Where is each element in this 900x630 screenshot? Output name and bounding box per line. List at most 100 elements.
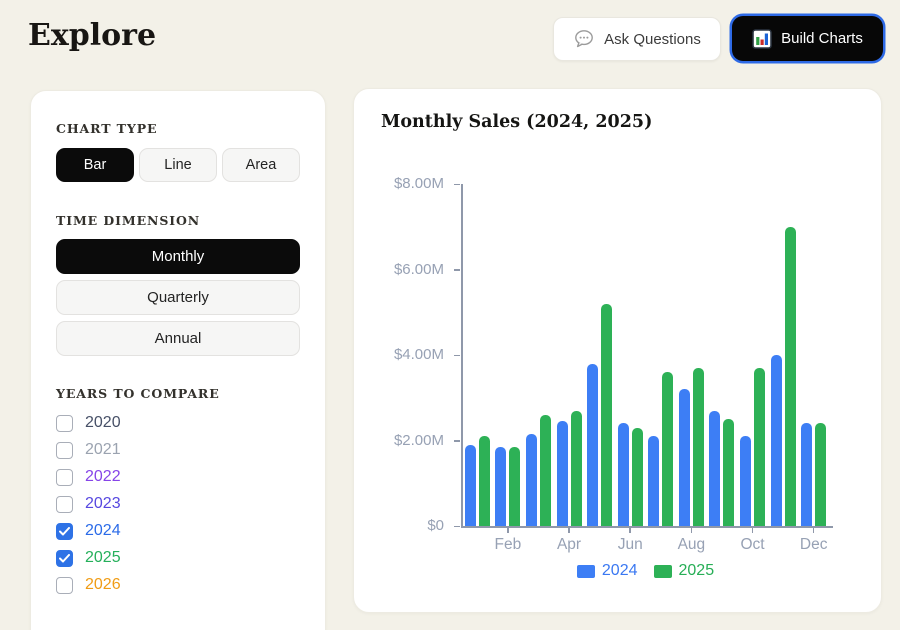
x-axis-tick-label-jun: Jun [600,536,660,554]
y-axis-tick-mark [454,526,460,528]
bar-2024-nov[interactable] [771,355,782,526]
time-dimension-heading: TIME DIMENSION [56,213,300,228]
bar-2024-jun[interactable] [618,423,629,526]
year-2025-checkbox[interactable] [56,550,73,567]
y-axis-tick-label: $2.00M [354,432,444,449]
bar-2024-apr[interactable] [557,421,568,526]
bar-2025-feb[interactable] [509,447,520,526]
bar-2025-aug[interactable] [693,368,704,526]
legend-swatch-2025 [654,565,672,578]
chart-type-button-group: Bar Line Area [56,148,300,182]
y-axis-tick-mark [454,355,460,357]
year-row-2020[interactable]: 2020 [56,414,300,432]
legend-swatch-2024 [577,565,595,578]
y-axis-tick-label: $4.00M [354,346,444,363]
bar-group-jun [615,184,646,526]
bar-2024-mar[interactable] [526,434,537,526]
year-2024-checkbox[interactable] [56,523,73,540]
bar-2024-feb[interactable] [495,447,506,526]
x-axis-tick-mark [568,528,570,533]
time-monthly-button[interactable]: Monthly [56,239,300,274]
page-title: Explore [28,18,156,53]
bar-2024-may[interactable] [587,364,598,526]
x-axis-tick-mark [507,528,509,533]
year-row-2025[interactable]: 2025 [56,549,300,567]
bar-2025-jul[interactable] [662,372,673,526]
x-axis-tick-mark [813,528,815,533]
year-2026-label: 2026 [85,576,121,594]
bars-area [462,184,829,526]
y-axis-tick-label: $0 [354,517,444,534]
bar-2024-aug[interactable] [679,389,690,526]
year-row-2024[interactable]: 2024 [56,522,300,540]
time-annual-button[interactable]: Annual [56,321,300,356]
time-quarterly-button[interactable]: Quarterly [56,280,300,315]
y-axis-tick-mark [454,184,460,186]
year-2025-label: 2025 [85,549,121,567]
bar-2024-sep[interactable] [709,411,720,526]
y-axis-tick-label: $6.00M [354,261,444,278]
year-2026-checkbox[interactable] [56,577,73,594]
chart-type-bar-button[interactable]: Bar [56,148,134,182]
year-row-2022[interactable]: 2022 [56,468,300,486]
bar-2024-oct[interactable] [740,436,751,526]
bar-group-jan [462,184,493,526]
time-dimension-button-group: Monthly Quarterly Annual [56,239,300,356]
years-to-compare-heading: YEARS TO COMPARE [56,386,300,401]
legend-label-2024: 2024 [602,562,638,580]
bar-2025-mar[interactable] [540,415,551,526]
bar-2025-oct[interactable] [754,368,765,526]
bar-group-oct [737,184,768,526]
bar-2025-dec[interactable] [815,423,826,526]
x-axis-tick-mark [629,528,631,533]
bar-2025-jun[interactable] [632,428,643,526]
bar-chart-plot: 2024 2025 $8.00M $6.00M $4.00M $2.00M $0 FebAp… [354,89,881,612]
year-2023-label: 2023 [85,495,121,513]
bar-group-mar [523,184,554,526]
x-axis-tick-label-feb: Feb [478,536,538,554]
y-axis-tick-mark [454,440,460,442]
year-2023-checkbox[interactable] [56,496,73,513]
x-axis-tick-label-aug: Aug [661,536,721,554]
ask-questions-label: Ask Questions [604,31,701,48]
bar-group-may [584,184,615,526]
year-row-2026[interactable]: 2026 [56,576,300,594]
bar-2025-may[interactable] [601,304,612,526]
year-2020-label: 2020 [85,414,121,432]
x-axis-tick-label-dec: Dec [784,536,844,554]
year-2020-checkbox[interactable] [56,415,73,432]
bar-2024-jul[interactable] [648,436,659,526]
year-2022-checkbox[interactable] [56,469,73,486]
x-axis-tick-label-apr: Apr [539,536,599,554]
x-axis-tick-mark [752,528,754,533]
ask-questions-button[interactable]: Ask Questions [553,17,721,61]
legend-item-2024[interactable]: 2024 [577,562,638,580]
y-axis-tick-label: $8.00M [354,175,444,192]
legend-label-2025: 2025 [679,562,715,580]
legend-item-2025[interactable]: 2025 [654,562,715,580]
chart-type-heading: CHART TYPE [56,121,300,136]
bar-group-nov [768,184,799,526]
bar-2025-sep[interactable] [723,419,734,526]
bar-2025-apr[interactable] [571,411,582,526]
year-2021-checkbox[interactable] [56,442,73,459]
chart-type-line-button[interactable]: Line [139,148,217,182]
chart-panel: Monthly Sales (2024, 2025) 20242025 $8.0… [353,88,882,613]
x-axis-tick-label-oct: Oct [723,536,783,554]
filters-sidebar: CHART TYPE Bar Line Area TIME DIMENSION … [30,90,326,630]
bar-2024-jan[interactable] [465,445,476,526]
build-charts-button[interactable]: Build Charts [732,16,883,61]
x-axis-line [461,526,833,528]
speech-bubble-icon [573,29,595,49]
bar-2025-jan[interactable] [479,436,490,526]
x-axis-tick-mark [691,528,693,533]
chart-type-area-button[interactable]: Area [222,148,300,182]
year-2024-label: 2024 [85,522,121,540]
bar-group-aug [676,184,707,526]
bar-2025-nov[interactable] [785,227,796,526]
year-row-2021[interactable]: 2021 [56,441,300,459]
bar-group-feb [493,184,524,526]
year-row-2023[interactable]: 2023 [56,495,300,513]
bar-group-jul [645,184,676,526]
bar-2024-dec[interactable] [801,423,812,526]
